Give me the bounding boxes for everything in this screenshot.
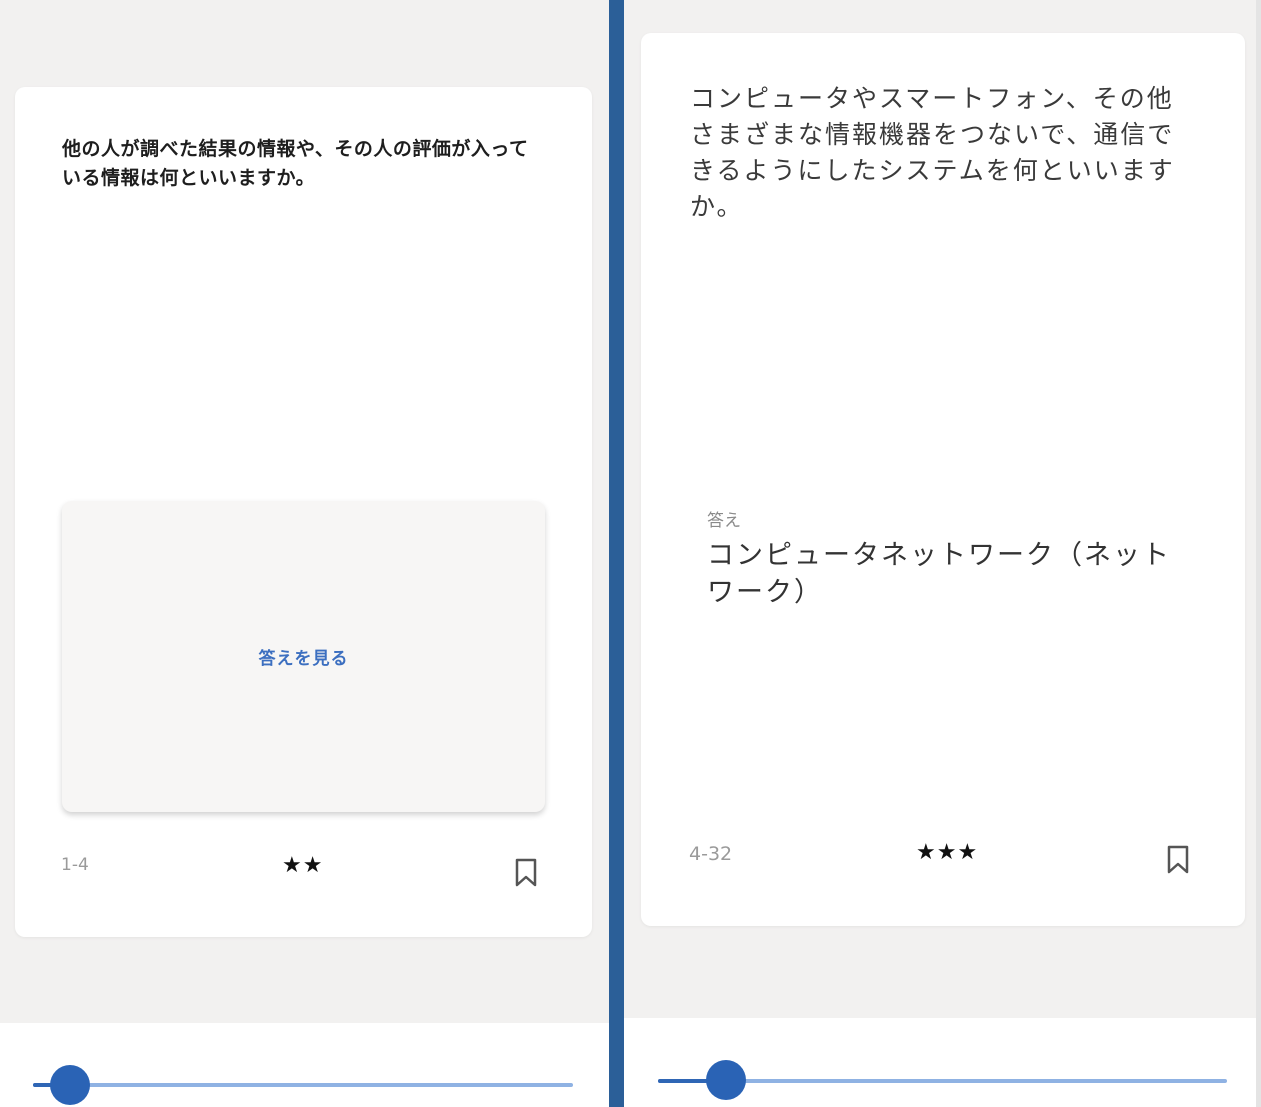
screen-divider [609, 0, 624, 1107]
bookmark-icon[interactable] [513, 858, 539, 892]
question-text: 他の人が調べた結果の情報や、その人の評価が入っている情報は何といいますか。 [62, 138, 529, 189]
question-code: 1-4 [61, 855, 89, 875]
question-card: コンピュータやスマートフォン、その他さまざまな情報機器をつないで、通信できるよう… [641, 33, 1245, 926]
slider-bar [624, 1018, 1256, 1107]
answer-text: コンピュータネットワーク（ネットワーク） [707, 540, 1171, 608]
left-screen: 他の人が調べた結果の情報や、その人の評価が入っている情報は何といいますか。 答え… [0, 0, 609, 1107]
bookmark-icon[interactable] [1165, 845, 1191, 879]
difficulty-stars: ★★ [282, 853, 324, 878]
show-answer-label: 答えを見る [258, 649, 349, 669]
progress-slider-thumb[interactable] [50, 1065, 90, 1105]
question-card: 他の人が調べた結果の情報や、その人の評価が入っている情報は何といいますか。 答え… [15, 87, 592, 937]
right-screen: コンピュータやスマートフォン、その他さまざまな情報機器をつないで、通信できるよう… [624, 0, 1256, 1107]
answer-caption: 答え [707, 511, 741, 531]
difficulty-stars: ★★★ [916, 840, 979, 865]
window-edge [1256, 0, 1261, 1107]
show-answer-button[interactable]: 答えを見る [62, 501, 545, 812]
question-text: コンピュータやスマートフォン、その他さまざまな情報機器をつないで、通信できるよう… [690, 84, 1175, 221]
slider-bar [0, 1023, 609, 1107]
progress-slider-track[interactable] [33, 1083, 573, 1087]
progress-slider-thumb[interactable] [706, 1060, 746, 1100]
question-code: 4-32 [689, 843, 733, 865]
